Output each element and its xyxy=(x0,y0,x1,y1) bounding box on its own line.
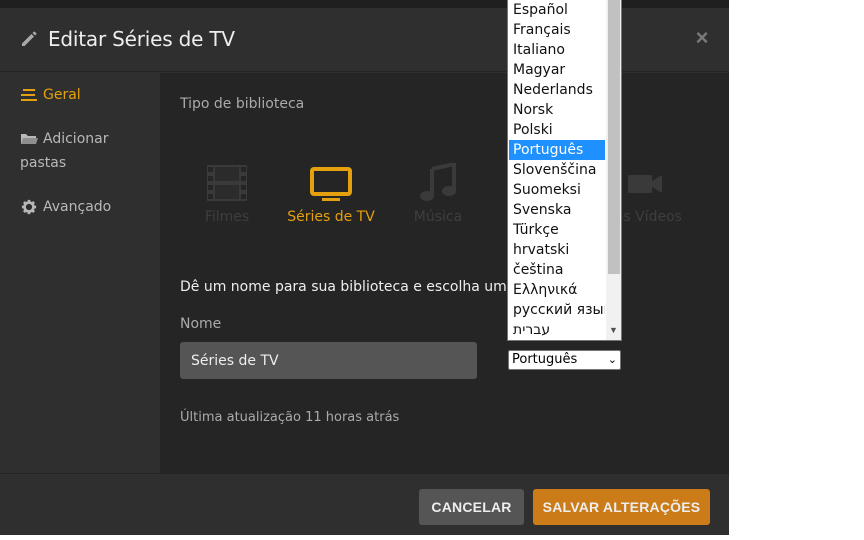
library-type-series[interactable]: Séries de TV xyxy=(276,163,386,225)
folder-icon xyxy=(21,134,38,144)
language-option[interactable]: עברית xyxy=(509,320,605,340)
modal-title: Editar Séries de TV xyxy=(48,27,235,51)
save-changes-button[interactable]: SALVAR ALTERAÇÕES xyxy=(533,489,710,525)
music-icon xyxy=(420,163,456,201)
library-type-label-musica: Música xyxy=(413,209,463,225)
language-option[interactable]: Magyar xyxy=(509,60,605,80)
language-select-value: Português xyxy=(512,352,578,367)
name-prompt: Dê um nome para sua biblioteca e escolha… xyxy=(180,279,510,295)
tv-icon xyxy=(310,167,352,201)
library-name-input[interactable] xyxy=(180,342,477,379)
language-option[interactable]: Türkçe xyxy=(509,220,605,240)
library-type-label-series: Séries de TV xyxy=(287,209,375,225)
sidebar-item-adicionar-pastas[interactable]: Adicionar pastas xyxy=(20,127,108,175)
language-option[interactable]: русский язык xyxy=(509,300,605,320)
sidebar-item-label: Avançado xyxy=(43,199,112,215)
language-option[interactable]: Nederlands xyxy=(509,80,605,100)
scrollbar-thumb[interactable] xyxy=(608,0,620,274)
modal-footer: CANCELAR SALVAR ALTERAÇÕES xyxy=(0,473,729,535)
sidebar-item-avancado[interactable]: Avançado xyxy=(20,195,111,219)
last-updated-text: Última atualização 11 horas atrás xyxy=(180,410,400,425)
modal-sidebar: Geral Adicionar pastas Avançado xyxy=(0,73,160,473)
language-dropdown-list[interactable]: Español Français Italiano Magyar Nederla… xyxy=(507,0,622,341)
list-icon xyxy=(21,89,37,101)
chevron-down-icon: ⌄ xyxy=(607,353,617,366)
modal-content: Tipo de biblioteca Filmes Séries de TV M… xyxy=(160,73,729,473)
film-icon xyxy=(207,165,247,201)
sidebar-item-geral[interactable]: Geral xyxy=(20,83,81,107)
sidebar-item-label: Geral xyxy=(43,87,81,103)
close-icon[interactable]: × xyxy=(692,27,712,49)
name-label: Nome xyxy=(180,316,222,332)
library-type-label-filmes: Filmes xyxy=(204,209,250,225)
language-option[interactable]: hrvatski xyxy=(509,240,605,260)
language-option[interactable]: Norsk xyxy=(509,100,605,120)
language-option[interactable]: Svenska xyxy=(509,200,605,220)
language-option[interactable]: Italiano xyxy=(509,40,605,60)
sidebar-item-label-line2: pastas xyxy=(20,155,67,171)
language-option-selected[interactable]: Português xyxy=(509,140,605,160)
language-option[interactable]: Español xyxy=(509,0,605,20)
language-option[interactable]: Français xyxy=(509,20,605,40)
screen: Editar Séries de TV × Geral Adicionar pa… xyxy=(0,0,864,540)
language-option[interactable]: Slovenščina xyxy=(509,160,605,180)
language-option[interactable]: Ελληνικά xyxy=(509,280,605,300)
language-option[interactable]: Polski xyxy=(509,120,605,140)
sidebar-item-label: Adicionar xyxy=(43,131,109,147)
pencil-icon xyxy=(22,31,37,46)
language-option[interactable]: Suomeksi xyxy=(509,180,605,200)
dropdown-scrollbar[interactable]: ▼ xyxy=(606,0,621,340)
language-option[interactable]: čeština xyxy=(509,260,605,280)
library-type-label: Tipo de biblioteca xyxy=(180,96,305,112)
language-select[interactable]: Português ⌄ xyxy=(508,350,621,370)
gear-icon xyxy=(21,199,37,215)
cancel-button[interactable]: CANCELAR xyxy=(419,489,524,525)
library-type-musica[interactable]: Música xyxy=(383,163,493,225)
scroll-down-arrow-icon[interactable]: ▼ xyxy=(609,325,618,335)
video-camera-icon xyxy=(628,175,662,193)
library-type-filmes[interactable]: Filmes xyxy=(172,163,282,225)
